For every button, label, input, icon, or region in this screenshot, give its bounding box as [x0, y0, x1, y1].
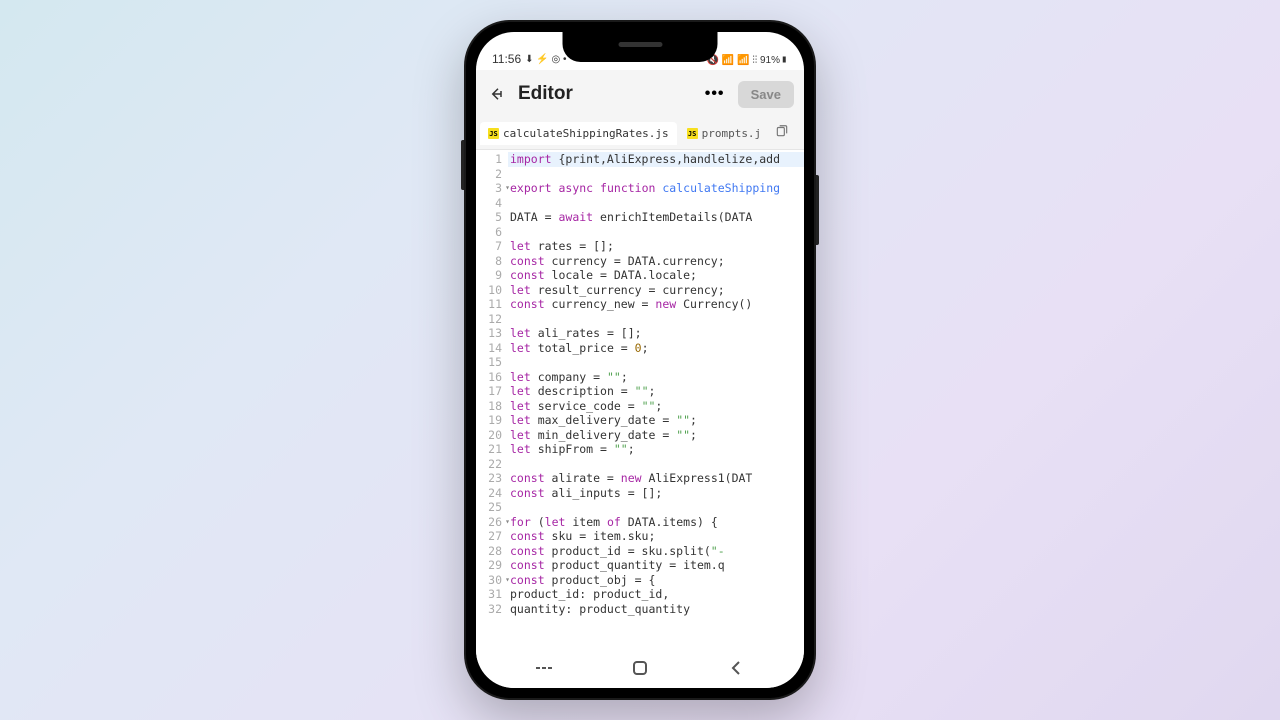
code-line[interactable]: [508, 225, 804, 240]
phone-frame: 11:56 ⬇ ⚡ ◎ • 🔇 📶 📶 ⫶⫶ 91%▮ Editor ••• S…: [464, 20, 816, 700]
fold-marker-icon[interactable]: ▾: [505, 515, 510, 530]
notch: [563, 32, 718, 62]
js-icon: JS: [488, 128, 499, 139]
code-line[interactable]: const sku = item.sku;: [508, 529, 804, 544]
code-line[interactable]: let service_code = "";: [508, 399, 804, 414]
line-number: 29: [478, 558, 502, 573]
code-line[interactable]: const currency = DATA.currency;: [508, 254, 804, 269]
line-number: 9: [478, 268, 502, 283]
line-gutter: 123▾456789101112131415161718192021222324…: [476, 150, 508, 648]
line-number: 3▾: [478, 181, 502, 196]
line-number: 17: [478, 384, 502, 399]
app-header: Editor ••• Save: [476, 70, 804, 118]
line-number: 2: [478, 167, 502, 182]
code-line[interactable]: let max_delivery_date = "";: [508, 413, 804, 428]
line-number: 26▾: [478, 515, 502, 530]
line-number: 7: [478, 239, 502, 254]
code-line[interactable]: let shipFrom = "";: [508, 442, 804, 457]
code-line[interactable]: const product_id = sku.split("-: [508, 544, 804, 559]
code-line[interactable]: const product_quantity = item.q: [508, 558, 804, 573]
code-line[interactable]: [508, 500, 804, 515]
code-line[interactable]: export async function calculateShipping: [508, 181, 804, 196]
line-number: 22: [478, 457, 502, 472]
status-right-icons: 🔇 📶 📶 ⫶⫶ 91%▮: [707, 55, 788, 66]
line-number: 19: [478, 413, 502, 428]
line-number: 13: [478, 326, 502, 341]
line-number: 12: [478, 312, 502, 327]
nav-home[interactable]: [610, 656, 670, 680]
line-number: 31: [478, 587, 502, 602]
status-time: 11:56: [492, 52, 521, 66]
code-editor[interactable]: 123▾456789101112131415161718192021222324…: [476, 150, 804, 648]
line-number: 14: [478, 341, 502, 356]
line-number: 27: [478, 529, 502, 544]
code-line[interactable]: let result_currency = currency;: [508, 283, 804, 298]
line-number: 5: [478, 210, 502, 225]
code-line[interactable]: product_id: product_id,: [508, 587, 804, 602]
tab-prompts[interactable]: JS prompts.j: [679, 122, 770, 145]
line-number: 32: [478, 602, 502, 617]
status-left-icons: ⬇ ⚡ ◎ •: [525, 54, 566, 65]
fold-marker-icon[interactable]: ▾: [505, 181, 510, 196]
code-line[interactable]: const locale = DATA.locale;: [508, 268, 804, 283]
tab-calculate-shipping[interactable]: JS calculateShippingRates.js: [480, 122, 677, 145]
line-number: 10: [478, 283, 502, 298]
back-button[interactable]: [486, 82, 510, 106]
line-number: 25: [478, 500, 502, 515]
line-number: 8: [478, 254, 502, 269]
tab-label: prompts.j: [702, 127, 762, 140]
code-line[interactable]: const currency_new = new Currency(): [508, 297, 804, 312]
code-line[interactable]: let ali_rates = [];: [508, 326, 804, 341]
code-line[interactable]: let min_delivery_date = "";: [508, 428, 804, 443]
js-icon: JS: [687, 128, 698, 139]
code-line[interactable]: let company = "";: [508, 370, 804, 385]
line-number: 16: [478, 370, 502, 385]
line-number: 20: [478, 428, 502, 443]
nav-recents[interactable]: [514, 656, 574, 680]
code-line[interactable]: [508, 355, 804, 370]
code-line[interactable]: [508, 457, 804, 472]
save-button[interactable]: Save: [738, 81, 794, 108]
code-line[interactable]: let rates = [];: [508, 239, 804, 254]
phone-screen: 11:56 ⬇ ⚡ ◎ • 🔇 📶 📶 ⫶⫶ 91%▮ Editor ••• S…: [476, 32, 804, 688]
line-number: 21: [478, 442, 502, 457]
line-number: 23: [478, 471, 502, 486]
code-line[interactable]: [508, 196, 804, 211]
line-number: 24: [478, 486, 502, 501]
code-line[interactable]: quantity: product_quantity: [508, 602, 804, 617]
code-line[interactable]: import {print,AliExpress,handlelize,add: [508, 152, 804, 167]
line-number: 18: [478, 399, 502, 414]
status-left: 11:56 ⬇ ⚡ ◎ •: [492, 52, 567, 66]
line-number: 15: [478, 355, 502, 370]
fold-marker-icon[interactable]: ▾: [505, 573, 510, 588]
tab-label: calculateShippingRates.js: [503, 127, 669, 140]
code-content[interactable]: import {print,AliExpress,handlelize,add e…: [508, 150, 804, 648]
android-nav-bar: [476, 648, 804, 688]
line-number: 30▾: [478, 573, 502, 588]
more-button[interactable]: •••: [700, 79, 730, 109]
code-line[interactable]: const ali_inputs = [];: [508, 486, 804, 501]
code-line[interactable]: for (let item of DATA.items) {: [508, 515, 804, 530]
code-line[interactable]: let description = "";: [508, 384, 804, 399]
code-line[interactable]: let total_price = 0;: [508, 341, 804, 356]
code-line[interactable]: const product_obj = {: [508, 573, 804, 588]
nav-back[interactable]: [706, 656, 766, 680]
line-number: 11: [478, 297, 502, 312]
code-line[interactable]: DATA = await enrichItemDetails(DATA: [508, 210, 804, 225]
line-number: 4: [478, 196, 502, 211]
tabs-bar: JS calculateShippingRates.js JS prompts.…: [476, 118, 804, 150]
code-line[interactable]: const alirate = new AliExpress1(DAT: [508, 471, 804, 486]
line-number: 6: [478, 225, 502, 240]
page-title: Editor: [518, 83, 692, 105]
line-number: 28: [478, 544, 502, 559]
line-number: 1: [478, 152, 502, 167]
code-line[interactable]: [508, 312, 804, 327]
new-tab-button[interactable]: [775, 124, 789, 143]
code-line[interactable]: [508, 167, 804, 182]
status-right: 🔇 📶 📶 ⫶⫶ 91%▮: [707, 55, 788, 66]
